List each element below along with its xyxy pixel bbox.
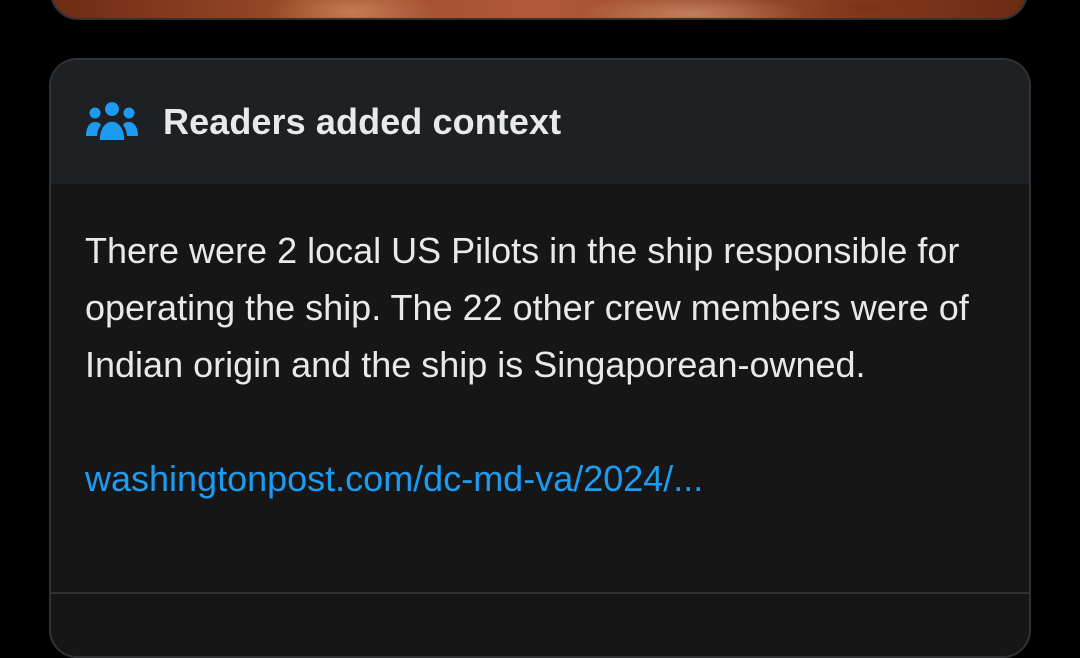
- post-media-image[interactable]: [50, 0, 1028, 20]
- community-note-text: There were 2 local US Pilots in the ship…: [85, 230, 969, 385]
- community-note-title: Readers added context: [163, 101, 562, 142]
- community-note-card: Readers added context There were 2 local…: [49, 58, 1031, 658]
- community-note-header: Readers added context: [51, 60, 1029, 184]
- community-note-body: There were 2 local US Pilots in the ship…: [51, 184, 1029, 507]
- people-icon: [86, 100, 138, 141]
- divider: [51, 592, 1029, 594]
- community-note-source-link[interactable]: washingtonpost.com/dc-md-va/2024/...: [85, 450, 703, 507]
